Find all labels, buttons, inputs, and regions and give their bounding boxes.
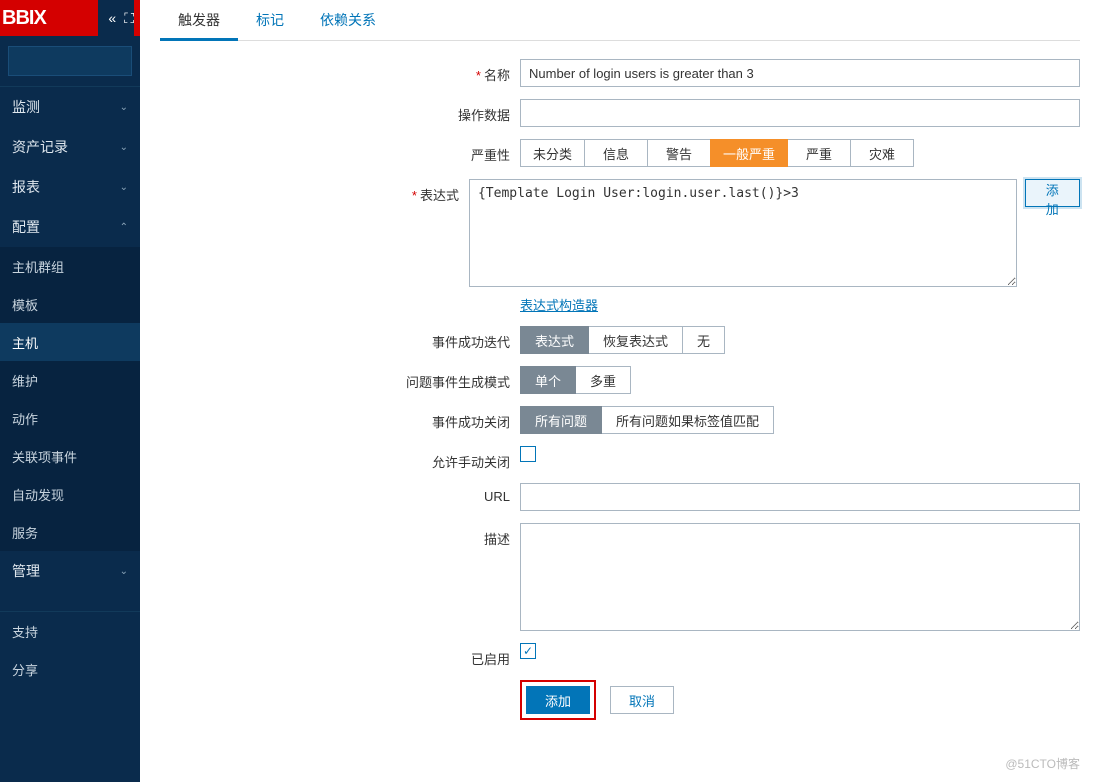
ok-close-all[interactable]: 所有问题	[520, 406, 602, 434]
ok-event-group: 表达式 恢复表达式 无	[520, 326, 725, 354]
logo-text: BBIX	[0, 7, 46, 30]
opdata-input[interactable]	[520, 99, 1080, 127]
row-desc: 描述	[320, 523, 1080, 631]
nav-discovery[interactable]: 自动发现	[0, 475, 140, 513]
nav-label: 管理	[12, 561, 40, 581]
submit-row: 添加 取消	[520, 680, 1080, 720]
nav-support[interactable]: 支持	[0, 612, 140, 650]
nav-hostgroups[interactable]: 主机群组	[0, 247, 140, 285]
nav-config[interactable]: 配置 ⌃	[0, 207, 140, 247]
nav-hosts[interactable]: 主机	[0, 323, 140, 361]
ok-event-recovery[interactable]: 恢复表达式	[588, 326, 683, 354]
nav-admin[interactable]: 管理 ⌄	[0, 551, 140, 591]
collapse-icon[interactable]: «	[108, 10, 116, 26]
tab-tags[interactable]: 标记	[238, 2, 302, 40]
nav-label: 配置	[12, 217, 40, 237]
nav-actions[interactable]: 动作	[0, 399, 140, 437]
expression-builder-link[interactable]: 表达式构造器	[520, 295, 598, 314]
highlight-box: 添加	[520, 680, 596, 720]
chevron-down-icon: ⌄	[120, 566, 128, 577]
nav: 监测 ⌄ 资产记录 ⌄ 报表 ⌄ 配置 ⌃ 主机群组 模板 主机 维护 动作 关联项事件…	[0, 86, 140, 591]
sev-high[interactable]: 严重	[787, 139, 851, 167]
name-input[interactable]	[520, 59, 1080, 87]
sev-notclassified[interactable]: 未分类	[520, 139, 585, 167]
problem-mode-single[interactable]: 单个	[520, 366, 576, 394]
tab-trigger[interactable]: 触发器	[160, 2, 238, 41]
search-row: 🔍	[0, 36, 140, 86]
url-input[interactable]	[520, 483, 1080, 511]
logo-row: BBIX « ⛶	[0, 0, 140, 36]
fullscreen-icon[interactable]: ⛶	[124, 10, 134, 27]
cancel-button[interactable]: 取消	[610, 686, 674, 714]
nav-label: 资产记录	[12, 137, 68, 157]
sidebar: BBIX « ⛶ 🔍 监测 ⌄ 资产记录 ⌄ 报表 ⌄ 配置 ⌃ 主机群组 模板 主机 …	[0, 0, 140, 782]
tabs: 触发器 标记 依赖关系	[160, 0, 1080, 41]
row-ok-close: 事件成功关闭 所有问题 所有问题如果标签值匹配	[320, 406, 1080, 434]
manual-close-checkbox[interactable]	[520, 446, 536, 462]
search-box[interactable]: 🔍	[8, 46, 132, 76]
sev-average[interactable]: 一般严重	[710, 139, 788, 167]
label-expression: *表达式	[320, 179, 469, 204]
nav-reports[interactable]: 报表 ⌄	[0, 167, 140, 207]
row-expr-builder: 表达式构造器	[320, 295, 1080, 314]
watermark: @51CTO博客	[1005, 755, 1080, 772]
label-opdata: 操作数据	[320, 99, 520, 124]
nav-config-group: 主机群组 模板 主机 维护 动作 关联项事件 自动发现 服务	[0, 247, 140, 551]
row-url: URL	[320, 483, 1080, 511]
nav-label: 报表	[12, 177, 40, 197]
required-icon: *	[412, 188, 417, 203]
ok-event-expression[interactable]: 表达式	[520, 326, 589, 354]
add-expression-button[interactable]: 添加	[1025, 179, 1080, 207]
nav-footer: 支持 分享	[0, 611, 140, 688]
chevron-down-icon: ⌄	[120, 142, 128, 153]
sev-warning[interactable]: 警告	[647, 139, 711, 167]
row-name: *名称	[320, 59, 1080, 87]
nav-correlation[interactable]: 关联项事件	[0, 437, 140, 475]
chevron-down-icon: ⌄	[120, 102, 128, 113]
sev-disaster[interactable]: 灾难	[850, 139, 914, 167]
main: 触发器 标记 依赖关系 *名称 操作数据 严重性 未分类 信息 警告 一般严重 …	[140, 0, 1100, 782]
row-ok-event: 事件成功迭代 表达式 恢复表达式 无	[320, 326, 1080, 354]
row-problem-mode: 问题事件生成模式 单个 多重	[320, 366, 1080, 394]
problem-mode-group: 单个 多重	[520, 366, 631, 394]
label-url: URL	[320, 483, 520, 504]
ok-event-none[interactable]: 无	[682, 326, 725, 354]
label-manual-close: 允许手动关闭	[320, 446, 520, 471]
label-name: *名称	[320, 59, 520, 84]
row-manual-close: 允许手动关闭	[320, 446, 1080, 471]
nav-templates[interactable]: 模板	[0, 285, 140, 323]
label-enabled: 已启用	[320, 643, 520, 668]
desc-textarea[interactable]	[520, 523, 1080, 631]
enabled-checkbox[interactable]	[520, 643, 536, 659]
label-desc: 描述	[320, 523, 520, 548]
nav-share[interactable]: 分享	[0, 650, 140, 688]
label-problem-mode: 问题事件生成模式	[320, 366, 520, 391]
label-severity: 严重性	[320, 139, 520, 164]
row-enabled: 已启用	[320, 643, 1080, 668]
required-icon: *	[476, 68, 481, 83]
expression-textarea[interactable]	[469, 179, 1017, 287]
ok-close-group: 所有问题 所有问题如果标签值匹配	[520, 406, 774, 434]
tab-deps[interactable]: 依赖关系	[302, 2, 394, 40]
chevron-up-icon: ⌃	[120, 222, 128, 233]
chevron-down-icon: ⌄	[120, 182, 128, 193]
submit-button[interactable]: 添加	[526, 686, 590, 714]
problem-mode-multiple[interactable]: 多重	[575, 366, 631, 394]
nav-services[interactable]: 服务	[0, 513, 140, 551]
ok-close-tagmatch[interactable]: 所有问题如果标签值匹配	[601, 406, 774, 434]
label-ok-event: 事件成功迭代	[320, 326, 520, 351]
row-expression: *表达式 添加	[320, 179, 1080, 287]
severity-group: 未分类 信息 警告 一般严重 严重 灾难	[520, 139, 914, 167]
nav-maintenance[interactable]: 维护	[0, 361, 140, 399]
trigger-form: *名称 操作数据 严重性 未分类 信息 警告 一般严重 严重 灾难 *表达式	[160, 59, 1080, 720]
label-ok-close: 事件成功关闭	[320, 406, 520, 431]
nav-inventory[interactable]: 资产记录 ⌄	[0, 127, 140, 167]
sev-info[interactable]: 信息	[584, 139, 648, 167]
nav-monitoring[interactable]: 监测 ⌄	[0, 87, 140, 127]
row-severity: 严重性 未分类 信息 警告 一般严重 严重 灾难	[320, 139, 1080, 167]
row-opdata: 操作数据	[320, 99, 1080, 127]
nav-label: 监测	[12, 97, 40, 117]
logo-controls: « ⛶	[98, 0, 134, 36]
